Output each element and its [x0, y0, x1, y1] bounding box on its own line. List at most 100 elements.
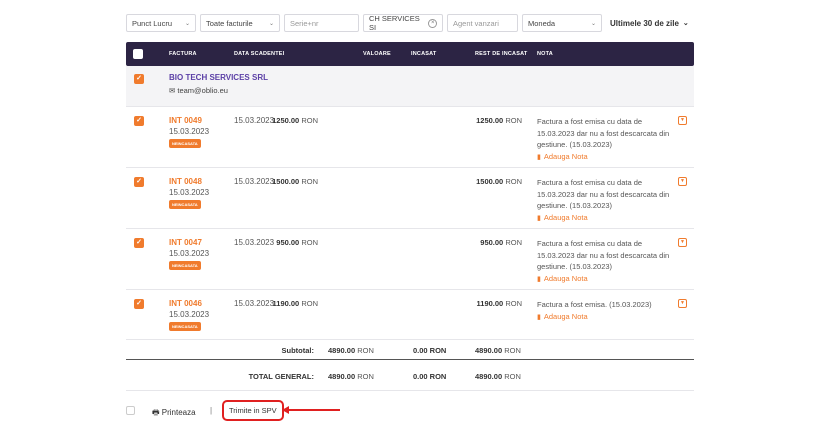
customer-email-text: team@oblio.eu — [177, 86, 228, 95]
table-row: ✓ INT 0046 15.03.2023 NEINCASATA 15.03.2… — [126, 289, 694, 339]
due-date: 15.03.2023 — [234, 177, 275, 186]
punct-lucru-label: Punct Lucru — [132, 18, 173, 28]
invoice-date: 15.03.2023 — [169, 127, 210, 136]
invoice-date: 15.03.2023 — [169, 188, 210, 197]
clear-icon[interactable]: × — [428, 18, 437, 28]
invoice-number[interactable]: INT 0049 — [169, 116, 202, 125]
customer-checkbox[interactable]: ✓ — [134, 74, 144, 84]
subtotal-rest-amount: 4890.00 — [475, 346, 503, 355]
due-date: 15.03.2023 — [234, 238, 275, 247]
expand-toggle-icon[interactable]: ▼ — [678, 238, 687, 247]
footer-checkbox[interactable] — [126, 406, 135, 415]
rest-amount: 1500.00 — [476, 177, 504, 186]
note-cell: Factura a fost emisa. (15.03.2023) ▮ Adau… — [537, 299, 672, 323]
customer-name[interactable]: BIO TECH SERVICES SRL — [169, 73, 268, 82]
invoice-number[interactable]: INT 0047 — [169, 238, 202, 247]
document-icon: ▮ — [537, 313, 541, 321]
chevron-down-icon: ⌄ — [682, 20, 689, 27]
annotation-arrow — [288, 409, 340, 411]
select-all-checkbox[interactable] — [133, 49, 143, 59]
print-button[interactable]: 🖶 Printeaza — [152, 407, 196, 421]
client-input[interactable]: CH SERVICES SI × — [363, 14, 443, 32]
row-checkbox[interactable]: ✓ — [134, 116, 144, 126]
document-icon: ▮ — [537, 275, 541, 283]
note-text: Factura a fost emisa cu data de 15.03.20… — [537, 239, 670, 271]
add-note-link[interactable]: ▮ Adauga Nota — [537, 212, 672, 225]
col-valoare: VALOARE — [363, 51, 391, 57]
invoice-number[interactable]: INT 0046 — [169, 299, 202, 308]
expand-toggle-icon[interactable]: ▼ — [678, 299, 687, 308]
printer-icon: 🖶 — [152, 408, 162, 417]
footer-divider — [126, 390, 694, 391]
invoice-number[interactable]: INT 0048 — [169, 177, 202, 186]
total-divider — [126, 359, 694, 360]
total-incasat: 0.00 RON — [413, 372, 446, 381]
rest-cell: 950.00 RON — [480, 238, 522, 247]
customer-group-row: ✓ BIO TECH SERVICES SRL ✉ team@oblio.eu — [126, 66, 694, 106]
invoice-type-select[interactable]: Toate facturile ⌄ — [200, 14, 280, 32]
row-checkbox[interactable]: ✓ — [134, 299, 144, 309]
invoice-date: 15.03.2023 — [169, 249, 210, 258]
subtotal-value-amount: 4890.00 — [328, 346, 356, 355]
add-note-link[interactable]: ▮ Adauga Nota — [537, 311, 672, 324]
note-cell: Factura a fost emisa cu data de 15.03.20… — [537, 116, 672, 163]
rest-currency: RON — [505, 299, 522, 308]
add-note-label: Adauga Nota — [543, 151, 588, 161]
value-amount: 950.00 — [276, 238, 300, 247]
agent-input[interactable]: Agent vanzari — [447, 14, 518, 32]
punct-lucru-select[interactable]: Punct Lucru ⌄ — [126, 14, 196, 32]
value-currency: RON — [301, 238, 318, 247]
total-rest-currency: RON — [504, 372, 521, 381]
chevron-down-icon: ⌄ — [590, 20, 596, 27]
serie-placeholder: Serie+nr — [290, 18, 319, 28]
value-amount: 1250.00 — [272, 116, 300, 125]
status-badge: NEINCASATA — [169, 139, 201, 148]
add-note-label: Adauga Nota — [543, 311, 588, 321]
row-checkbox[interactable]: ✓ — [134, 177, 144, 187]
send-spv-button[interactable]: Trimite in SPV — [222, 400, 284, 421]
subtotal-row: Subtotal: 4890.00 RON 0.00 RON 4890.00 R… — [126, 339, 694, 359]
rest-cell: 1250.00 RON — [476, 116, 522, 125]
subtotal-incasat-amount: 0.00 RON — [413, 346, 447, 355]
subtotal-rest: 4890.00 RON — [475, 346, 521, 355]
currency-select[interactable]: Moneda ⌄ — [522, 14, 602, 32]
total-rest: 4890.00 RON — [475, 372, 521, 381]
subtotal-value-currency: RON — [357, 346, 374, 355]
note-text: Factura a fost emisa. (15.03.2023) — [537, 300, 652, 309]
serie-input[interactable]: Serie+nr — [284, 14, 359, 32]
due-date: 15.03.2023 — [234, 116, 275, 125]
agent-placeholder: Agent vanzari — [453, 18, 499, 28]
add-note-label: Adauga Nota — [543, 212, 588, 222]
col-nota: NOTA — [537, 51, 553, 57]
table-header: FACTURA DATA SCADENTEI VALOARE INCASAT R… — [126, 42, 694, 66]
value-amount: 1190.00 — [272, 299, 300, 308]
col-factura: FACTURA — [169, 51, 197, 57]
currency-label: Moneda — [528, 18, 556, 28]
total-label: TOTAL GENERAL: — [248, 372, 314, 381]
value-currency: RON — [301, 116, 318, 125]
client-value: CH SERVICES SI — [369, 14, 420, 32]
expand-toggle-icon[interactable]: ▼ — [678, 116, 687, 125]
add-note-link[interactable]: ▮ Adauga Nota — [537, 151, 672, 164]
status-badge: NEINCASATA — [169, 322, 201, 331]
subtotal-value: 4890.00 RON — [328, 346, 374, 355]
value-amount: 1500.00 — [272, 177, 300, 186]
expand-toggle-icon[interactable]: ▼ — [678, 177, 687, 186]
value-cell: 1190.00 RON — [273, 299, 318, 308]
chevron-down-icon: ⌄ — [268, 20, 274, 27]
subtotal-incasat: 0.00 RON — [413, 346, 446, 355]
row-checkbox[interactable]: ✓ — [134, 238, 144, 248]
note-cell: Factura a fost emisa cu data de 15.03.20… — [537, 177, 672, 224]
rest-currency: RON — [505, 177, 522, 186]
note-text: Factura a fost emisa cu data de 15.03.20… — [537, 117, 670, 149]
add-note-link[interactable]: ▮ Adauga Nota — [537, 273, 672, 286]
customer-email: ✉ team@oblio.eu — [169, 86, 228, 95]
value-cell: 1500.00 RON — [272, 177, 318, 186]
rest-cell: 1500.00 RON — [476, 177, 522, 186]
rest-amount: 950.00 — [480, 238, 504, 247]
status-badge: NEINCASATA — [169, 261, 201, 270]
total-row: TOTAL GENERAL: 4890.00 RON 0.00 RON 4890… — [126, 366, 694, 386]
due-date: 15.03.2023 — [234, 299, 275, 308]
period-select[interactable]: Ultimele 30 de zile ⌄ — [604, 14, 694, 32]
invoice-date: 15.03.2023 — [169, 310, 210, 319]
